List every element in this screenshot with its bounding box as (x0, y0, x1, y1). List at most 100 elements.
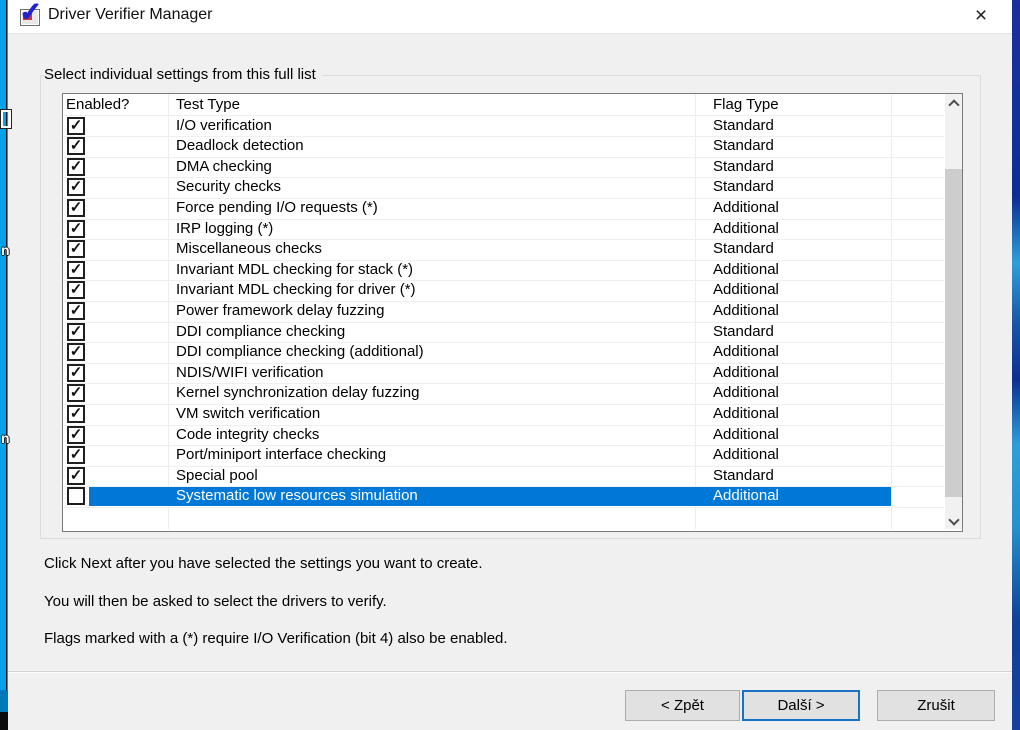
row-checkbox-checked[interactable]: ✓ (67, 405, 85, 423)
flag-type-cell: Additional (713, 219, 779, 240)
table-row[interactable]: ✓ Invariant MDL checking for driver (*) Ad… (63, 280, 944, 301)
column-header-flag-type: Flag Type (713, 94, 779, 115)
table-row[interactable]: ✓ DDI compliance checking Standard (63, 322, 944, 343)
test-type-cell: Invariant MDL checking for stack (*) (176, 260, 413, 281)
table-row[interactable]: ✓ Miscellaneous checks Standard (63, 239, 944, 260)
window-title: Driver Verifier Manager (48, 6, 213, 24)
flag-type-cell: Standard (713, 157, 774, 178)
test-type-cell: Force pending I/O requests (*) (176, 198, 378, 219)
flag-type-cell: Additional (713, 404, 779, 425)
row-checkbox-checked[interactable]: ✓ (67, 467, 85, 485)
row-checkbox-checked[interactable]: ✓ (67, 302, 85, 320)
test-type-cell: VM switch verification (176, 404, 320, 425)
close-icon[interactable]: × (968, 3, 994, 29)
chevron-up-icon (948, 99, 959, 110)
table-row[interactable]: ✓ Security checks Standard (63, 177, 944, 198)
settings-list[interactable]: Enabled? Test Type Flag Type ✓ I/O verifi… (62, 93, 963, 532)
scrollbar-thumb[interactable] (945, 169, 962, 497)
flag-type-cell: Additional (713, 445, 779, 466)
column-header-enabled: Enabled? (66, 94, 129, 115)
test-type-cell: I/O verification (176, 116, 272, 137)
row-checkbox-checked[interactable]: ✓ (67, 261, 85, 279)
table-row[interactable]: ✓ Power framework delay fuzzing Additional (63, 301, 944, 322)
note-click-next: Click Next after you have selected the s… (44, 555, 483, 572)
background-glyph-fragment: n (1, 243, 10, 257)
row-checkbox-checked[interactable]: ✓ (67, 281, 85, 299)
row-checkbox-checked[interactable]: ✓ (67, 158, 85, 176)
flag-type-cell: Standard (713, 239, 774, 260)
back-button[interactable]: < Zpět (625, 690, 740, 721)
note-flags-marked: Flags marked with a (*) require I/O Veri… (44, 630, 508, 647)
row-checkbox-checked[interactable]: ✓ (67, 117, 85, 135)
flag-type-cell: Standard (713, 116, 774, 137)
table-row[interactable]: ✓NDIS/WIFI verificationAdditional (63, 363, 944, 384)
test-type-cell: Port/miniport interface checking (176, 445, 386, 466)
test-type-cell: DMA checking (176, 157, 272, 178)
scroll-up-button[interactable] (945, 94, 962, 111)
row-checkbox-checked[interactable]: ✓ (67, 240, 85, 258)
note-select-drivers: You will then be asked to select the dri… (44, 593, 387, 610)
cancel-button[interactable]: Zrušit (877, 690, 995, 721)
row-grid-line (63, 507, 944, 508)
desktop-background-right-strip (1012, 0, 1020, 730)
flag-type-cell: Additional (713, 280, 779, 301)
table-row[interactable]: ✓ Invariant MDL checking for stack (*) Add… (63, 260, 944, 281)
row-checkbox-checked[interactable]: ✓ (67, 323, 85, 341)
row-checkbox-checked[interactable]: ✓ (67, 384, 85, 402)
flag-type-cell: Standard (713, 322, 774, 343)
row-checkbox-checked[interactable]: ✓ (67, 426, 85, 444)
row-checkbox-checked[interactable]: ✓ (67, 220, 85, 238)
flag-type-cell: Standard (713, 466, 774, 487)
flag-type-cell: Additional (713, 301, 779, 322)
test-type-cell: IRP logging (*) (176, 219, 273, 240)
scroll-down-button[interactable] (945, 512, 962, 529)
row-checkbox-checked[interactable]: ✓ (67, 137, 85, 155)
vertical-scrollbar[interactable] (945, 94, 962, 529)
flag-type-cell: Standard (713, 177, 774, 198)
table-row[interactable]: ✓ VM switch verification Additional (63, 404, 944, 425)
table-row[interactable]: ✓ I/O verification Standard (63, 116, 944, 137)
row-checkbox-checked[interactable]: ✓ (67, 343, 85, 361)
test-type-cell: Invariant MDL checking for driver (*) (176, 280, 416, 301)
test-type-cell: Security checks (176, 177, 281, 198)
row-checkbox-checked[interactable]: ✓ (67, 446, 85, 464)
test-type-cell: Special pool (176, 466, 258, 487)
flag-type-cell: Additional (713, 260, 779, 281)
flag-type-cell: Additional (713, 486, 779, 507)
row-checkbox-unchecked[interactable] (67, 487, 85, 505)
test-type-cell: Miscellaneous checks (176, 239, 322, 260)
table-row[interactable]: ✓ Port/miniport interface checking Additio… (63, 445, 944, 466)
row-checkbox-checked[interactable]: ✓ (67, 199, 85, 217)
flag-type-cell: Additional (713, 342, 779, 363)
flag-type-cell: Standard (713, 136, 774, 157)
table-row[interactable]: ✓Code integrity checksAdditional (63, 425, 944, 446)
test-type-cell: Systematic low resources simulation (176, 486, 418, 507)
chevron-down-icon (948, 514, 959, 525)
driver-verifier-manager-dialog: n n ✓ Driver Verifier Manager × Select i… (0, 0, 1020, 730)
row-checkbox-checked[interactable]: ✓ (67, 364, 85, 382)
background-strip-black-segment (0, 712, 8, 730)
flag-type-cell: Additional (713, 363, 779, 384)
next-button[interactable]: Další > (742, 690, 860, 721)
app-icon-blue-check: ✓ (19, 0, 42, 28)
flag-type-cell: Additional (713, 383, 779, 404)
table-row[interactable]: ✓ Force pending I/O requests (*) Additiona… (63, 198, 944, 219)
table-row[interactable]: ✓Deadlock detectionStandard (63, 136, 944, 157)
background-glyph-fragment (1, 110, 11, 128)
table-row[interactable]: ✓ DDI compliance checking (additional) Add… (63, 342, 944, 363)
table-row[interactable]: ✓Kernel synchronization delay fuzzingAdd… (63, 383, 944, 404)
table-row[interactable]: Systematic low resources simulation Addit… (63, 486, 944, 507)
test-type-cell: DDI compliance checking (176, 322, 345, 343)
driver-verifier-app-icon: ✓ (18, 5, 44, 29)
test-type-cell: DDI compliance checking (additional) (176, 342, 424, 363)
test-type-cell: Power framework delay fuzzing (176, 301, 384, 322)
column-header-test-type: Test Type (176, 94, 240, 115)
background-strip-dim-segment (0, 690, 8, 712)
row-checkbox-checked[interactable]: ✓ (67, 178, 85, 196)
flag-type-cell: Additional (713, 198, 779, 219)
table-row[interactable]: ✓ Special pool Standard (63, 466, 944, 487)
table-row[interactable]: ✓ DMA checking Standard (63, 157, 944, 178)
table-row[interactable]: ✓ IRP logging (*) Additional (63, 219, 944, 240)
flag-type-cell: Additional (713, 425, 779, 446)
background-glyph-fragment: n (1, 431, 10, 445)
